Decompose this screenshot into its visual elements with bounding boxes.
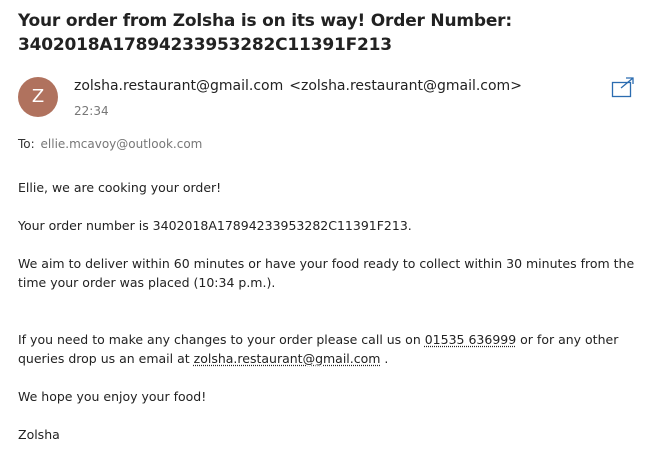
closing-text: We hope you enjoy your food! <box>18 389 207 404</box>
email-subject: Your order from Zolsha is on its way! Or… <box>18 11 512 55</box>
contact-text-part1: If you need to make any changes to your … <box>18 332 425 347</box>
sender-address: <zolsha.restaurant@gmail.com> <box>289 78 522 94</box>
open-in-new-window-icon <box>611 77 634 98</box>
recipient-address[interactable]: ellie.mcavoy@outlook.com <box>41 137 203 151</box>
recipient-line: To: ellie.mcavoy@outlook.com <box>18 137 202 151</box>
contact-text: If you need to make any changes to your … <box>18 330 643 368</box>
email-body: Ellie, we are cooking your order! Your o… <box>18 178 643 444</box>
delivery-text: We aim to deliver within 60 minutes or h… <box>18 256 635 290</box>
to-label: To: <box>18 137 35 151</box>
contact-text-part3: . <box>380 351 389 366</box>
avatar: Z <box>18 77 58 117</box>
phone-link[interactable]: 01535 636999 <box>425 332 516 347</box>
sender-name[interactable]: zolsha.restaurant@gmail.com <box>74 78 283 94</box>
signature: Zolsha <box>18 427 60 442</box>
email-link[interactable]: zolsha.restaurant@gmail.com <box>194 351 381 366</box>
sent-time: 22:34 <box>74 104 109 118</box>
order-number-text: Your order number is 3402018A17894233953… <box>18 218 412 233</box>
sender-line: zolsha.restaurant@gmail.com <zolsha.resta… <box>74 78 522 94</box>
open-in-new-window-button[interactable] <box>610 76 636 100</box>
greeting-text: Ellie, we are cooking your order! <box>18 180 222 195</box>
